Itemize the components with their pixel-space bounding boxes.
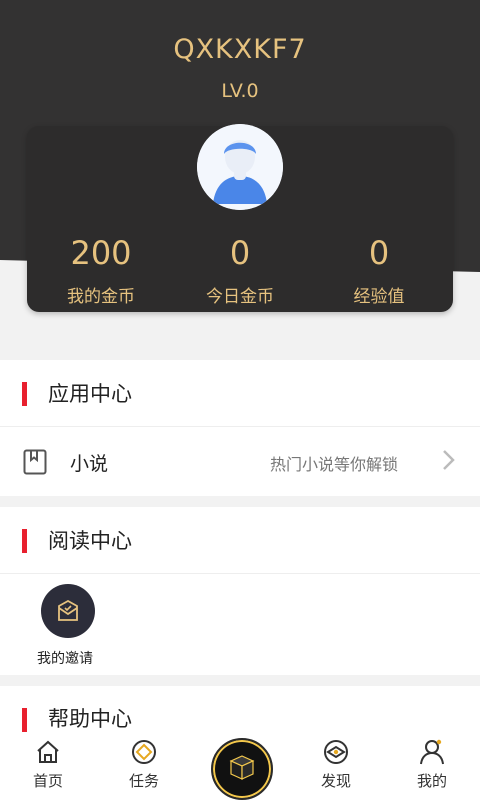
section-accent-bar (22, 382, 27, 406)
stat-today-coins[interactable]: 0 今日金币 (170, 234, 310, 307)
stat-experience[interactable]: 0 经验值 (309, 234, 449, 307)
tab-label: 首页 (32, 772, 63, 790)
user-icon (392, 738, 472, 766)
tab-discover[interactable]: 发现 (296, 738, 376, 791)
home-icon (8, 738, 88, 766)
stat-label: 今日金币 (206, 287, 274, 307)
help-center-section: 帮助中心 (0, 686, 480, 736)
avatar-icon (197, 124, 283, 210)
username: QXKXKF7 (173, 34, 307, 65)
section-header: 阅读中心 (0, 507, 480, 573)
reading-center-section: 阅读中心 我的邀请 (0, 507, 480, 675)
section-accent-bar (22, 529, 27, 553)
section-header: 应用中心 (0, 360, 480, 426)
tab-label: 任务 (128, 772, 159, 790)
chevron-right-icon (442, 449, 456, 475)
novel-label: 小说 (70, 453, 109, 475)
tab-tasks[interactable]: 任务 (104, 738, 184, 791)
novel-hint: 热门小说等你解锁 (269, 455, 398, 474)
stat-value: 200 (70, 234, 132, 272)
section-title: 帮助中心 (48, 707, 132, 731)
envelope-icon (41, 584, 95, 638)
stat-value: 0 (368, 234, 390, 272)
stat-label: 经验值 (353, 287, 405, 307)
section-accent-bar (22, 708, 27, 732)
section-title: 应用中心 (48, 382, 132, 406)
user-level: LV.0 (221, 80, 259, 102)
cube-icon (227, 752, 257, 786)
stat-value: 0 (229, 234, 251, 272)
avatar[interactable] (197, 124, 283, 210)
section-title: 阅读中心 (48, 529, 132, 553)
book-icon (23, 449, 47, 479)
tab-mine[interactable]: 我的 (392, 738, 472, 791)
stat-label: 我的金币 (67, 287, 135, 307)
center-action-button[interactable] (211, 738, 273, 800)
my-invite-button[interactable]: 我的邀请 (36, 584, 100, 668)
invite-label: 我的邀请 (37, 651, 93, 667)
coin-icon (104, 738, 184, 766)
app-center-section: 应用中心 小说 热门小说等你解锁 (0, 360, 480, 496)
tab-home[interactable]: 首页 (8, 738, 88, 791)
compass-icon (296, 738, 376, 766)
novel-row[interactable]: 小说 热门小说等你解锁 (0, 427, 480, 495)
tab-label: 发现 (320, 772, 351, 790)
stat-my-coins[interactable]: 200 我的金币 (31, 234, 171, 307)
tab-label: 我的 (416, 772, 447, 790)
